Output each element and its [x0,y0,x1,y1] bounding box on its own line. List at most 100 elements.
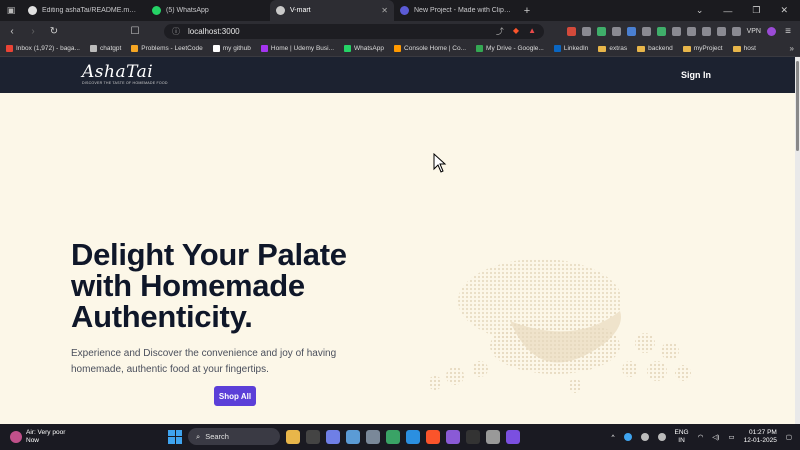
brave-shield-icon[interactable]: ◆ [513,26,519,37]
bookmark-myproject[interactable]: myProject [682,45,723,52]
profile-avatar-icon[interactable] [767,26,776,36]
bookmark-label: myProject [693,45,723,52]
search-icon: ⌕ [196,431,201,441]
bookmark-label: chatgpt [99,45,122,52]
new-tab-button[interactable]: + [518,0,536,21]
gmail-icon [6,45,13,52]
notifications-icon[interactable]: ▢ [786,433,792,441]
vpn-button[interactable]: VPN [747,28,761,35]
brave-browser-icon[interactable] [426,429,440,444]
battery-icon[interactable]: ▭ [728,433,734,441]
bookmark-label: Console Home | Co... [404,45,467,52]
extensions-puzzle-icon[interactable] [671,26,681,36]
wifi-icon[interactable]: ◠ [698,433,704,441]
chatgpt-app-icon[interactable] [486,429,500,444]
github-favicon-icon [28,6,37,15]
windows-start-icon[interactable] [168,429,182,444]
extension-icon[interactable] [596,26,606,36]
bookmark-label: My Drive - Google... [486,45,544,52]
bookmark-linkedin[interactable]: LinkedIn [553,45,589,52]
site-info-icon[interactable]: ⓘ [172,26,180,37]
address-bar[interactable]: ⓘ localhost:3000 ⤴ ◆ ▲ [164,23,544,39]
clock[interactable]: 01:27 PM 12-01-2025 [744,429,777,445]
bookmark-label: LinkedIn [563,45,589,52]
bookmark-home-udemy-busi[interactable]: Home | Udemy Busi... [260,45,334,52]
bookmark-host[interactable]: host [732,45,756,52]
tray-overflow-icon[interactable]: ^ [611,434,614,441]
back-icon[interactable]: ‹ [6,26,18,37]
logo-tagline: DISCOVER THE TASTE OF HOMEMADE FOOD [82,81,168,86]
tab-menu-icon[interactable]: ▣ [0,0,22,21]
clipchamp-favicon-icon [400,6,409,15]
bookmark-label: Problems - LeetCode [141,45,203,52]
excel-icon[interactable] [386,429,400,444]
page-scrollbar[interactable] [795,57,800,424]
bookmark-icon[interactable]: ☐ [129,26,141,37]
share-icon[interactable]: ⤴ [496,26,504,37]
tab-clipchamp[interactable]: New Project - Made with Clipchamp [394,0,518,21]
bookmark-whatsapp[interactable]: WhatsApp [344,45,384,52]
brave-rewards-icon[interactable]: ▲ [528,26,536,37]
tab-search-icon[interactable]: ⌄ [696,5,704,16]
taskbar-search[interactable]: ⌕ Search [188,428,280,445]
bookmark-inbox-1-972-baga[interactable]: Inbox (1,972) - baga... [6,45,80,52]
bookmark-extras[interactable]: extras [598,45,627,52]
shop-all-button[interactable]: Shop All [214,386,256,406]
reload-icon[interactable]: ↻ [48,26,60,37]
sidebar-icon[interactable] [701,26,711,36]
notion-icon[interactable] [306,429,320,444]
weather-subtitle: Now [26,437,40,444]
clipchamp-app-icon[interactable] [506,429,520,444]
terminal-icon[interactable] [466,429,480,444]
bookmark-label: backend [648,45,673,52]
tray-app-icon[interactable] [640,433,649,441]
url-text: localhost:3000 [188,26,240,36]
menu-icon[interactable]: ≡ [782,26,794,37]
hero-title: Delight Your Palate with Homemade Authen… [71,237,347,334]
bookmark-console-home-co[interactable]: Console Home | Co... [394,45,466,52]
wallet-icon[interactable] [716,26,726,36]
scrollbar-thumb[interactable] [796,61,799,151]
extension-icon[interactable] [611,26,621,36]
tab-github-readme[interactable]: Editing ashaTai/README.md at ma [22,0,146,21]
tab-whatsapp[interactable]: (5) WhatsApp [146,0,270,21]
extension-icon[interactable] [641,26,651,36]
github-desktop-icon[interactable] [446,429,460,444]
maximize-icon[interactable]: ❐ [752,5,760,16]
bluetooth-icon[interactable] [623,433,632,441]
close-tab-icon[interactable]: ✕ [381,6,388,15]
food-bowl-illustration [428,259,691,393]
bookmark-chatgpt[interactable]: chatgpt [89,45,122,52]
settings-icon[interactable] [366,429,380,444]
extension-icon[interactable] [626,26,636,36]
vscode-icon[interactable] [406,429,420,444]
window-controls: ⌄ — ❐ ✕ [696,0,800,21]
extension-icon[interactable] [581,26,591,36]
extension-icon[interactable] [656,26,666,36]
download-icon[interactable] [686,26,696,36]
bookmark-problems-leetcode[interactable]: Problems - LeetCode [131,45,203,52]
tab-title: Editing ashaTai/README.md at ma [42,7,140,14]
extensions-area: VPN ≡ [566,26,794,37]
minimize-icon[interactable]: — [723,6,732,16]
bookmark-my-drive-google[interactable]: My Drive - Google... [476,45,544,52]
bookmark-my-github[interactable]: my github [212,45,251,52]
site-logo[interactable]: AshaTai DISCOVER THE TASTE OF HOMEMADE F… [82,64,168,86]
leo-icon[interactable] [731,26,741,36]
sign-in-link[interactable]: Sign In [681,70,711,80]
extension-icon[interactable] [566,26,576,36]
notepad-icon[interactable] [346,429,360,444]
forward-icon[interactable]: › [27,26,39,37]
more-bookmarks-icon[interactable]: » [790,44,794,53]
close-window-icon[interactable]: ✕ [780,5,788,16]
copilot-icon[interactable] [326,429,340,444]
file-explorer-icon[interactable] [286,429,300,444]
volume-icon[interactable]: ◁) [712,433,719,441]
language-indicator[interactable]: ENG IN [675,429,689,445]
weather-widget[interactable]: Air: Very poor Now [0,429,150,445]
logo-wordmark: AshaTai [82,62,154,83]
microphone-icon[interactable] [657,433,666,441]
bookmark-backend[interactable]: backend [637,45,673,52]
bookmark-label: host [743,45,756,52]
tab-vmart[interactable]: V-mart ✕ [270,0,394,21]
